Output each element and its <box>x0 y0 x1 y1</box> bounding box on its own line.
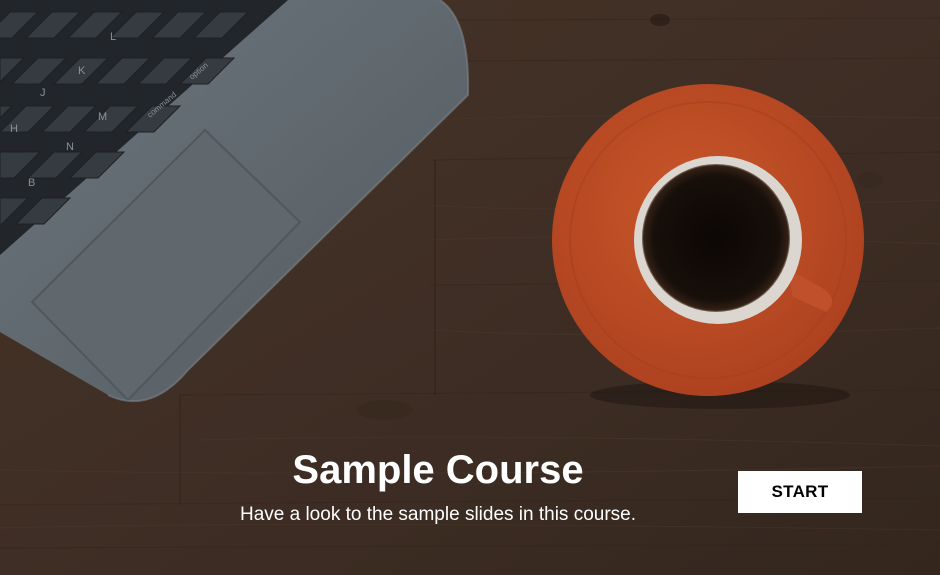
start-button[interactable]: START <box>738 471 862 513</box>
course-title-slide: B N M K L J H option command Sample Cour… <box>0 0 940 575</box>
